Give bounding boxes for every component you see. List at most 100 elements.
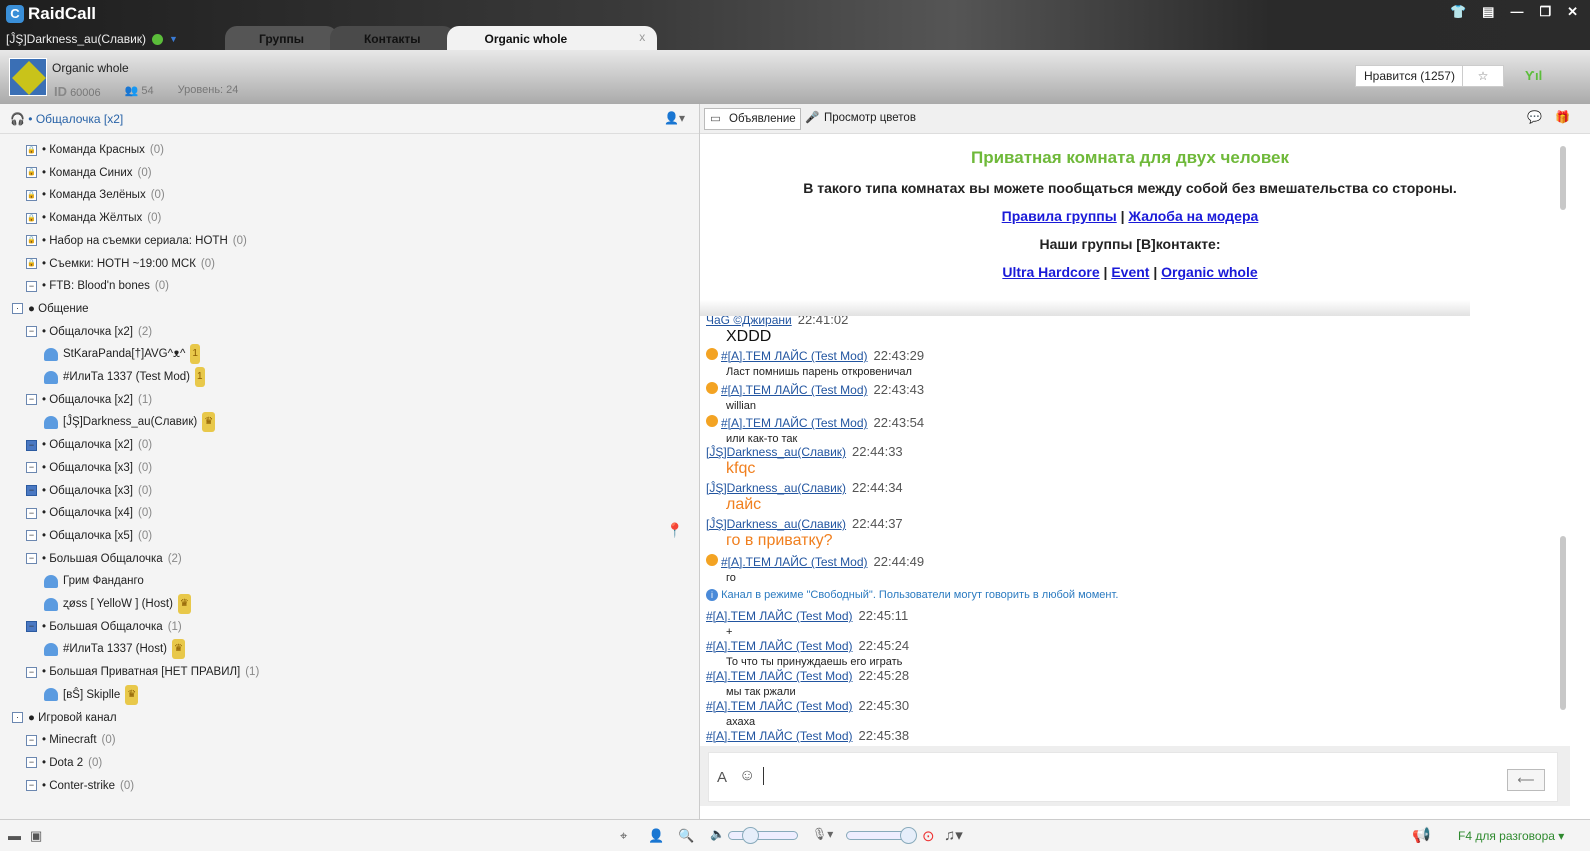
- like-button[interactable]: Нравится (1257): [1355, 65, 1464, 87]
- complaint-link[interactable]: Жалоба на модера: [1128, 208, 1258, 224]
- channel-item[interactable]: − • Общалочка [x5] (0): [26, 526, 152, 546]
- push-to-talk-dropdown[interactable]: F4 для разговора ▾: [1458, 829, 1564, 843]
- channel-item[interactable]: − • Большая Общалочка (1): [26, 617, 182, 637]
- favorite-button[interactable]: ☆: [1462, 65, 1504, 87]
- channel-item[interactable]: 🔒 • Команда Синих (0): [26, 163, 152, 183]
- lock-icon[interactable]: 🔒: [26, 167, 37, 179]
- user-item[interactable]: #ИлиТа 1337 (Host) ♛: [44, 639, 185, 660]
- skin-icon[interactable]: 👕: [1450, 4, 1466, 20]
- channel-item[interactable]: − • FTB: Blood'n bones (0): [26, 276, 169, 296]
- megaphone-icon[interactable]: 📢: [1412, 826, 1431, 844]
- collapse-icon[interactable]: ▬: [8, 828, 21, 843]
- channel-item[interactable]: 🔒 • Набор на съемки сериала: HOTH (0): [26, 231, 247, 251]
- music-icon[interactable]: ♫▾: [944, 826, 963, 844]
- channel-item[interactable]: 🔒 • Команда Красных (0): [26, 140, 164, 160]
- channel-item[interactable]: − • Dota 2 (0): [26, 753, 102, 773]
- message-author[interactable]: #[A].TEM ЛАЙС (Test Mod): [706, 669, 853, 683]
- speaker-icon[interactable]: 🔈: [710, 827, 725, 841]
- message-author[interactable]: #[A].TEM ЛАЙС (Test Mod): [706, 639, 853, 653]
- mic-volume-slider[interactable]: [846, 827, 917, 844]
- message-author[interactable]: #[A].TEM ЛАЙС (Test Mod): [721, 555, 868, 569]
- channel-item[interactable]: − • Общалочка [x2] (2): [26, 322, 152, 342]
- status-dropdown-icon[interactable]: ▼: [169, 34, 178, 44]
- locate-icon[interactable]: ⌖: [620, 828, 627, 844]
- notes-icon[interactable]: ▤: [1482, 4, 1494, 20]
- expand-icon[interactable]: ·: [12, 712, 23, 723]
- record-icon[interactable]: ⊙: [922, 827, 935, 845]
- slider-knob[interactable]: [742, 827, 759, 844]
- lock-icon[interactable]: 🔒: [26, 144, 37, 156]
- close-icon[interactable]: ✕: [1567, 4, 1578, 20]
- collapse-icon[interactable]: −: [26, 553, 37, 565]
- channel-item[interactable]: − • Общалочка [x3] (0): [26, 458, 152, 478]
- restore-icon[interactable]: ❐: [1539, 4, 1551, 20]
- speaker-volume-slider[interactable]: [728, 827, 798, 844]
- collapse-icon[interactable]: −: [26, 394, 37, 406]
- collapse-icon[interactable]: −: [26, 757, 37, 769]
- channel-item[interactable]: · ● Общение: [12, 299, 89, 319]
- collapse-icon[interactable]: −: [26, 780, 37, 792]
- rules-link[interactable]: Правила группы: [1002, 208, 1117, 224]
- channel-item[interactable]: − • Conter-strike (0): [26, 776, 134, 796]
- card-icon[interactable]: ▣: [30, 828, 42, 844]
- gift-icon[interactable]: 🎁: [1555, 110, 1570, 124]
- announcement-button[interactable]: ▭ Объявление: [704, 108, 801, 130]
- tab-contacts[interactable]: Контакты: [329, 26, 455, 50]
- channel-options-icon[interactable]: 👤▾: [664, 111, 685, 125]
- channel-item[interactable]: 🔒 • Съемки: HOTH ~19:00 МСК (0): [26, 254, 215, 274]
- collapse-icon[interactable]: −: [26, 621, 37, 633]
- user-status[interactable]: [ĴŞ]Darkness_au(Славик) ▼: [6, 32, 178, 46]
- channel-item[interactable]: − • Общалочка [x3] (0): [26, 481, 152, 501]
- collapse-icon[interactable]: −: [26, 507, 37, 519]
- user-item[interactable]: ʐøss [ YelloW ] (Host) ♛: [44, 594, 191, 614]
- location-pin-icon[interactable]: 📍: [666, 522, 683, 539]
- lock-icon[interactable]: 🔒: [26, 235, 37, 247]
- message-author[interactable]: #[A].TEM ЛАЙС (Test Mod): [721, 349, 868, 363]
- collapse-icon[interactable]: −: [26, 462, 37, 474]
- channel-item[interactable]: 🔒 • Команда Жёлтых (0): [26, 208, 161, 228]
- message-author[interactable]: #[A].TEM ЛАЙС (Test Mod): [706, 609, 853, 623]
- lock-icon[interactable]: 🔒: [26, 258, 37, 269]
- announcement-scrollbar[interactable]: [1560, 146, 1566, 210]
- channel-item[interactable]: · ● Игровой канал: [12, 708, 117, 728]
- emoji-icon[interactable]: ☺: [739, 767, 755, 785]
- message-input[interactable]: A ☺ ⟵: [708, 752, 1558, 802]
- message-author[interactable]: [ĴŞ]Darkness_au(Славик): [706, 445, 846, 459]
- font-icon[interactable]: A: [717, 769, 727, 786]
- user-item[interactable]: [ĴŞ]Darkness_au(Славик) ♛: [44, 412, 216, 433]
- collapse-icon[interactable]: −: [26, 326, 37, 338]
- view-colors-button[interactable]: 🎤 Просмотр цветов: [800, 108, 920, 130]
- collapse-icon[interactable]: −: [26, 530, 37, 542]
- channel-item[interactable]: − • Общалочка [x2] (1): [26, 390, 152, 410]
- ultra-hardcore-link[interactable]: Ultra Hardcore: [1002, 264, 1099, 280]
- collapse-icon[interactable]: −: [26, 439, 37, 451]
- message-author[interactable]: #[A].TEM ЛАЙС (Test Mod): [721, 383, 868, 397]
- lock-icon[interactable]: 🔒: [26, 212, 37, 224]
- channel-item[interactable]: − • Общалочка [x4] (0): [26, 503, 152, 523]
- channel-item[interactable]: − • Общалочка [x2] (0): [26, 435, 152, 455]
- message-author[interactable]: [ĴŞ]Darkness_au(Славик): [706, 481, 846, 495]
- send-button[interactable]: ⟵: [1507, 769, 1545, 791]
- organic-whole-link[interactable]: Organic whole: [1161, 264, 1257, 280]
- user-item[interactable]: StKaraPanda[†]AVG^ᴥ^ 1: [44, 344, 200, 365]
- slider-knob[interactable]: [899, 827, 917, 844]
- lock-icon[interactable]: 🔒: [26, 189, 37, 201]
- message-author[interactable]: [ĴŞ]Darkness_au(Славик): [706, 517, 846, 531]
- user-item[interactable]: [ʙŜ] Skiplle ♛: [44, 684, 139, 705]
- channel-item[interactable]: − • Большая Приватная [НЕТ ПРАВИЛ] (1): [26, 662, 259, 682]
- user-item[interactable]: #ИлиТа 1337 (Test Mod) 1: [44, 367, 205, 387]
- message-author[interactable]: #[A].TEM ЛАЙС (Test Mod): [706, 729, 853, 743]
- announcement-divider[interactable]: [700, 300, 1470, 316]
- mic-dropdown-icon[interactable]: 🎙▾: [812, 827, 833, 841]
- channel-item[interactable]: − • Minecraft (0): [26, 730, 116, 750]
- user-item[interactable]: Грим Фанданго: [44, 571, 144, 591]
- message-author[interactable]: #[A].TEM ЛАЙС (Test Mod): [721, 416, 868, 430]
- chat-scrollbar[interactable]: [1560, 536, 1566, 710]
- minimize-icon[interactable]: —: [1510, 4, 1523, 20]
- tab-organic-whole[interactable]: Organic whole x: [446, 26, 658, 50]
- message-author[interactable]: ЧаG ©Джирани: [706, 316, 792, 327]
- message-author[interactable]: #[A].TEM ЛАЙС (Test Mod): [706, 699, 853, 713]
- collapse-icon[interactable]: −: [26, 734, 37, 746]
- channel-item[interactable]: 🔒 • Команда Зелёных (0): [26, 185, 165, 205]
- current-channel[interactable]: • Общалочка [x2]: [28, 112, 123, 126]
